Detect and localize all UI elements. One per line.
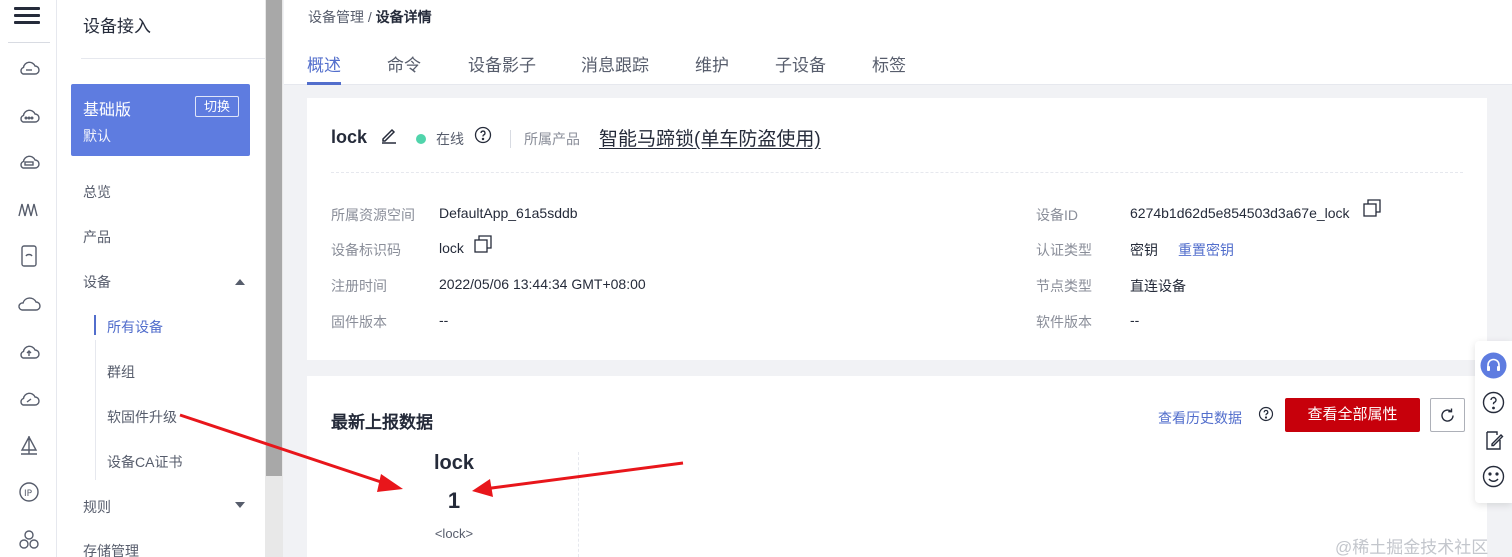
svg-text:IP: IP (24, 489, 33, 499)
ip-icon[interactable]: IP (17, 480, 41, 504)
field-label: 所属资源空间 (331, 207, 415, 223)
status-text: 在线 (436, 131, 464, 147)
tab-tags[interactable]: 标签 (872, 51, 906, 76)
field-label: 注册时间 (331, 278, 387, 294)
cloud-upload-icon[interactable] (17, 340, 41, 364)
watermark: @稀土掘金技术社区 (1335, 538, 1489, 557)
device-icon[interactable] (17, 244, 41, 268)
field-value: 6274b1d62d5e854503d3a67e_lock (1130, 205, 1350, 221)
edition-name: 基础版 (83, 102, 132, 119)
tab-commands[interactable]: 命令 (387, 51, 421, 76)
product-link[interactable]: 智能马蹄锁(单车防盗使用) (599, 124, 821, 151)
property-name: lock (433, 452, 475, 474)
refresh-button[interactable] (1430, 398, 1465, 432)
tab-device-shadow[interactable]: 设备影子 (468, 51, 536, 76)
field-value: 2022/05/06 13:44:34 GMT+08:00 (439, 276, 646, 292)
scrollbar-thumb[interactable] (266, 0, 282, 476)
switch-edition-button[interactable]: 切换 (195, 96, 239, 117)
tab-maintenance[interactable]: 维护 (695, 51, 729, 76)
field-value: lock (439, 240, 464, 256)
dashed-divider (331, 172, 1463, 173)
field-value: 直连设备 (1130, 278, 1186, 294)
view-all-properties-button[interactable]: 查看全部属性 (1285, 398, 1420, 432)
history-data-link[interactable]: 查看历史数据 (1158, 408, 1242, 428)
breadcrumb: 设备管理 / 设备详情 (308, 7, 432, 27)
field-value: 密钥 (1130, 242, 1158, 258)
edit-icon[interactable] (379, 125, 399, 145)
chevron-down-icon[interactable] (235, 502, 245, 508)
product-label: 所属产品 (524, 131, 580, 147)
edit-note-icon[interactable] (1480, 427, 1507, 454)
tab-overview[interactable]: 概述 (307, 51, 341, 76)
menu-item-all-devices[interactable]: 所有设备 (107, 317, 163, 337)
menu-item-rules[interactable]: 规则 (83, 497, 111, 517)
copy-icon[interactable] (1363, 199, 1381, 217)
chevron-up-icon[interactable] (235, 279, 245, 285)
section-title: 最新上报数据 (331, 413, 433, 432)
header-divider (510, 130, 511, 148)
headset-icon[interactable] (1480, 352, 1507, 379)
help-icon[interactable] (1480, 389, 1507, 416)
active-tab-underline (307, 82, 341, 85)
field-label: 设备标识码 (331, 242, 401, 258)
cloud-link-icon[interactable] (17, 387, 41, 411)
field-value: -- (1130, 312, 1140, 328)
cluster-icon[interactable] (17, 528, 41, 552)
device-info-card: lock 在线 所属产品 智能马蹄锁(单车防盗使用) 所属资源空间 Defaul… (307, 98, 1487, 360)
help-icon[interactable] (1258, 406, 1274, 422)
left-menu: 设备接入 基础版 默认 切换 总览 产品 设备 所有设备 群组 软固件升级 设备… (57, 0, 276, 557)
menu-item-ota[interactable]: 软固件升级 (107, 407, 177, 427)
cloud-dots-icon[interactable] (17, 104, 41, 128)
menu-title: 设备接入 (83, 17, 151, 36)
tab-message-trace[interactable]: 消息跟踪 (581, 51, 649, 76)
menu-scrollbar[interactable] (265, 0, 283, 557)
cloud-server-icon[interactable] (17, 150, 41, 174)
field-value: DefaultApp_61a5sddb (439, 205, 578, 221)
floating-toolbar (1475, 341, 1512, 503)
wave-icon[interactable] (17, 198, 41, 222)
rail-divider (8, 42, 50, 43)
breadcrumb-parent[interactable]: 设备管理 (308, 9, 364, 25)
latest-data-card: 最新上报数据 查看历史数据 查看全部属性 lock 1 <lock> (307, 376, 1487, 557)
breadcrumb-current: 设备详情 (375, 9, 432, 25)
edition-card: 基础版 默认 切换 (71, 84, 250, 156)
property-key: <lock> (434, 526, 474, 541)
active-indicator (94, 315, 96, 335)
menu-item-ca-cert[interactable]: 设备CA证书 (107, 452, 182, 472)
field-label: 设备ID (1036, 207, 1078, 223)
refresh-icon (1441, 408, 1454, 422)
field-value: -- (439, 312, 449, 328)
menu-divider (81, 58, 276, 59)
help-icon[interactable] (474, 126, 492, 144)
field-label: 固件版本 (331, 314, 387, 330)
submenu-line (95, 340, 96, 480)
menu-item-groups[interactable]: 群组 (107, 362, 135, 382)
menu-item-storage[interactable]: 存储管理 (83, 541, 139, 557)
property-value: 1 (447, 488, 461, 513)
reset-secret-link[interactable]: 重置密钥 (1178, 240, 1234, 260)
menu-item-overview[interactable]: 总览 (83, 182, 111, 202)
device-name: lock (331, 127, 368, 147)
tab-sub-devices[interactable]: 子设备 (775, 51, 826, 76)
breadcrumb-separator: / (367, 9, 372, 25)
page-header: 设备管理 / 设备详情 概述 命令 设备影子 消息跟踪 维护 子设备 标签 (284, 0, 1512, 85)
menu-item-product[interactable]: 产品 (83, 227, 111, 247)
menu-icon[interactable] (14, 4, 40, 30)
field-label: 节点类型 (1036, 278, 1092, 294)
cloud-outline-icon[interactable] (17, 292, 41, 316)
field-label: 认证类型 (1036, 242, 1092, 258)
copy-icon[interactable] (474, 235, 492, 253)
smile-icon[interactable] (1480, 463, 1507, 490)
icon-rail: IP (0, 0, 57, 557)
edition-default: 默认 (83, 128, 111, 144)
property-divider (578, 452, 579, 557)
status-dot (416, 134, 426, 144)
cloud-icon[interactable] (17, 56, 41, 80)
menu-item-device[interactable]: 设备 (83, 272, 111, 292)
sail-icon[interactable] (17, 434, 41, 458)
field-label: 软件版本 (1036, 314, 1092, 330)
